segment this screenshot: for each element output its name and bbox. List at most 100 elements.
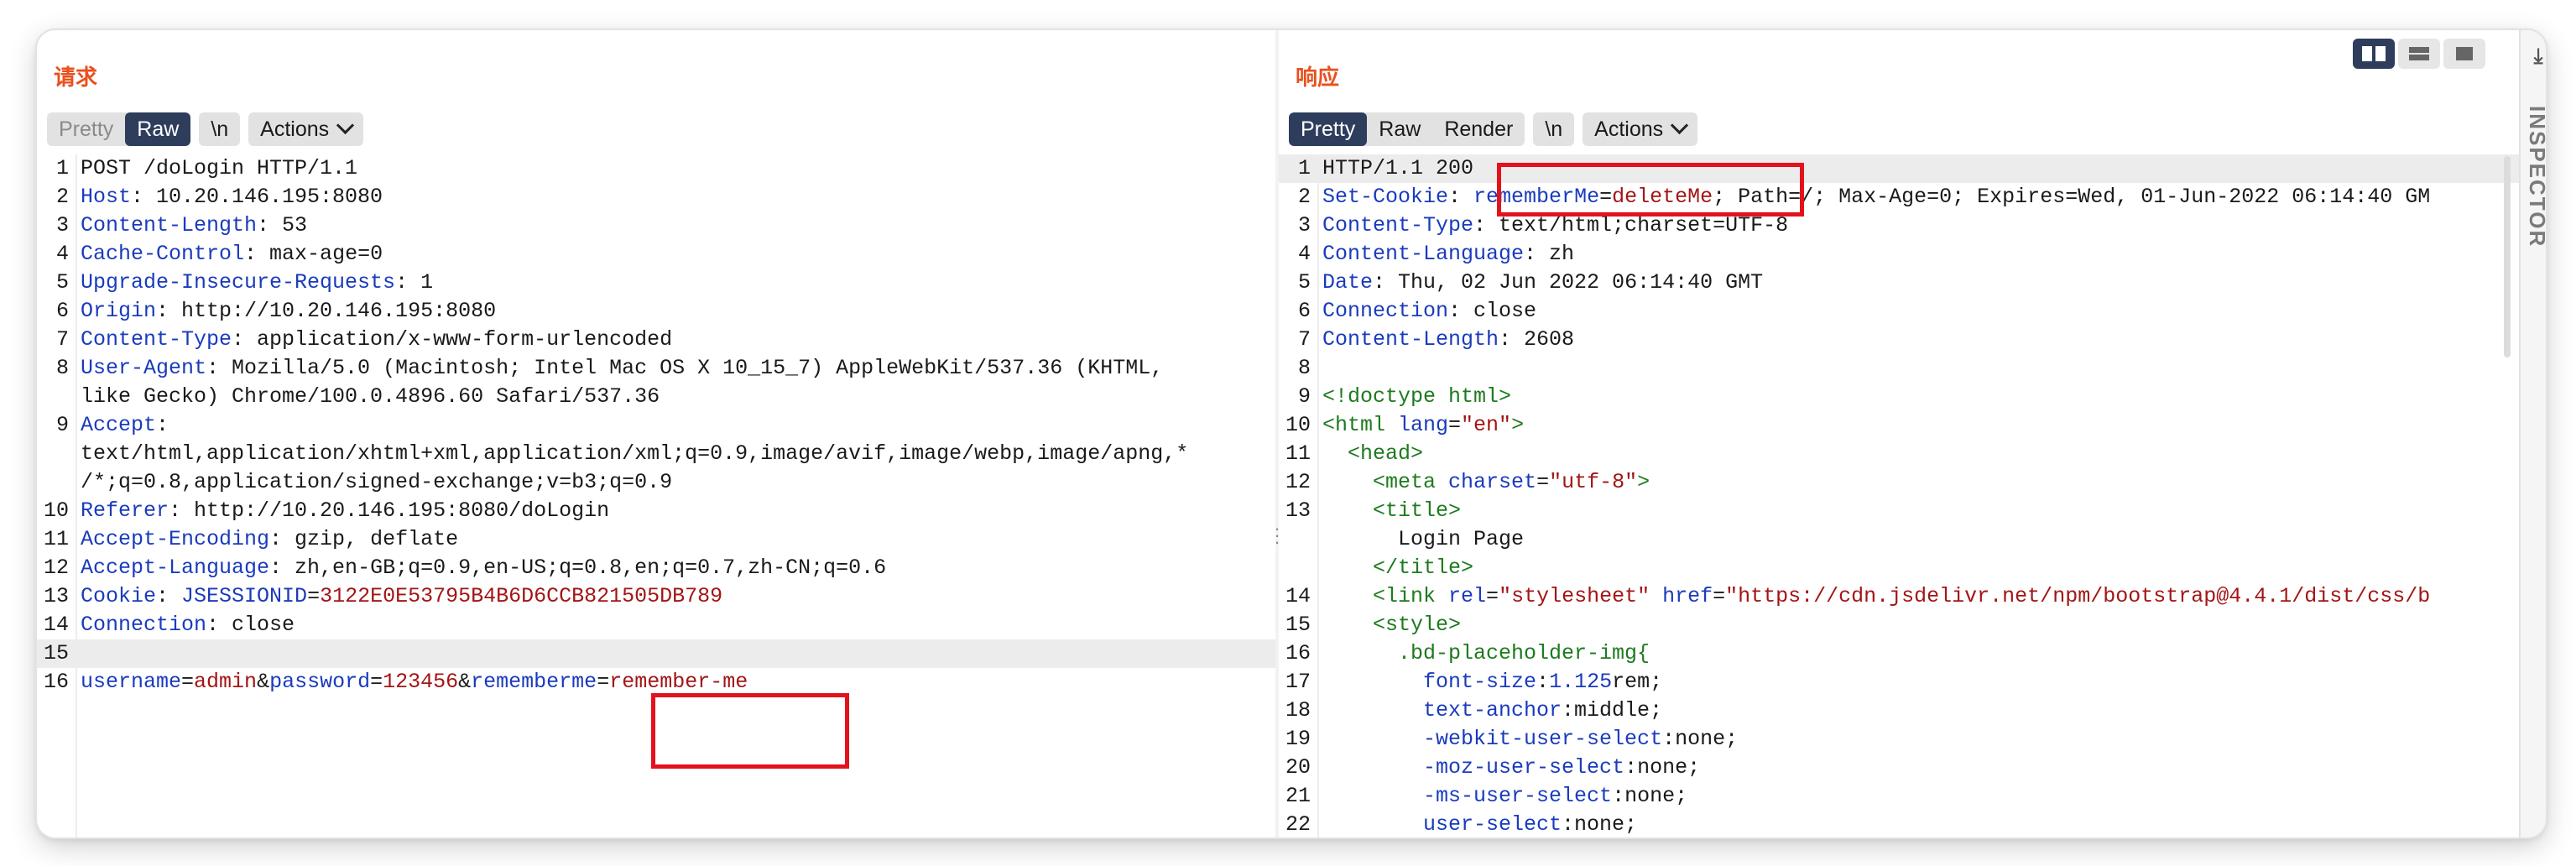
code-line[interactable]: 11 Accept-Encoding: gzip, deflate: [37, 525, 1275, 554]
line-text: Content-Length: 2608: [1322, 326, 1574, 354]
split-horizontal-layout-button[interactable]: [2353, 39, 2395, 69]
line-number: 16: [43, 670, 69, 694]
code-line[interactable]: 7 Content-Type: application/x-www-form-ur…: [37, 326, 1275, 354]
code-token: -webkit-user-select: [1322, 727, 1663, 751]
code-line[interactable]: 16 username=admin&password=123456&remembe…: [37, 668, 1275, 696]
response-tab-render[interactable]: Render: [1432, 112, 1525, 146]
code-line[interactable]: 19 -webkit-user-select:none;: [1279, 725, 2519, 754]
code-token: 1.125: [1549, 670, 1613, 694]
code-line[interactable]: like Gecko) Chrome/100.0.4896.60 Safari/…: [37, 383, 1275, 411]
single-pane-layout-button[interactable]: [2443, 39, 2485, 69]
code-line[interactable]: 21 -ms-user-select:none;: [1279, 782, 2519, 811]
line-text: -moz-user-select:none;: [1322, 754, 1700, 782]
code-line[interactable]: 14 Connection: close: [37, 611, 1275, 639]
code-line[interactable]: 1 HTTP/1.1 200: [1279, 154, 2519, 183]
code-token: :: [1448, 185, 1474, 209]
response-tab-raw[interactable]: Raw: [1367, 112, 1432, 146]
code-token: :: [1536, 670, 1550, 694]
code-line[interactable]: 8: [1279, 354, 2519, 383]
inspector-tab-label[interactable]: INSPECTOR: [2524, 106, 2546, 248]
response-scrollbar[interactable]: [2500, 156, 2514, 408]
code-token: Content-Length: [81, 213, 258, 237]
line-number: 6: [55, 299, 69, 323]
code-token: username: [81, 670, 182, 694]
code-line[interactable]: 3 Content-Length: 53: [37, 211, 1275, 240]
code-line[interactable]: 13 <title>: [1279, 497, 2519, 525]
request-tab-pretty[interactable]: Pretty: [47, 112, 125, 146]
code-line[interactable]: 7 Content-Length: 2608: [1279, 326, 2519, 354]
code-line[interactable]: 13 Cookie: JSESSIONID=3122E0E53795B4B6D6C…: [37, 582, 1275, 611]
code-line[interactable]: /*;q=0.8,application/signed-exchange;v=b…: [37, 468, 1275, 497]
code-line[interactable]: 14 <link rel="stylesheet" href="https://…: [1279, 582, 2519, 611]
line-text: Cookie: JSESSIONID=3122E0E53795B4B6D6CCB…: [81, 582, 722, 611]
code-token: =: [1713, 584, 1726, 608]
code-line[interactable]: 15 <style>: [1279, 611, 2519, 639]
code-line[interactable]: 6 Connection: close: [1279, 297, 2519, 326]
line-number: 4: [1297, 242, 1311, 266]
line-text: /*;q=0.8,application/signed-exchange;v=b…: [81, 468, 672, 497]
code-line[interactable]: 2 Host: 10.20.146.195:8080: [37, 183, 1275, 211]
code-token: :none;: [1662, 727, 1739, 751]
line-number: 14: [1285, 584, 1311, 608]
code-line[interactable]: 12 <meta charset="utf-8">: [1279, 468, 2519, 497]
request-tab-raw[interactable]: Raw: [125, 112, 191, 146]
code-line[interactable]: Login Page: [1279, 525, 2519, 554]
line-number: 6: [1297, 299, 1311, 323]
code-line[interactable]: 1 POST /doLogin HTTP/1.1: [37, 154, 1275, 183]
response-pane: 响应 Pretty Raw Render \n Actions 1 HTTP/1.…: [1279, 30, 2519, 837]
code-token: : close: [1448, 299, 1537, 323]
code-line[interactable]: 5 Upgrade-Insecure-Requests: 1: [37, 269, 1275, 297]
request-toolbar: Pretty Raw \n Actions: [47, 111, 372, 148]
code-token: Date: [1322, 270, 1374, 295]
response-scrollbar-thumb[interactable]: [2504, 156, 2511, 357]
code-line[interactable]: 5 Date: Thu, 02 Jun 2022 06:14:40 GMT: [1279, 269, 2519, 297]
response-tab-pretty[interactable]: Pretty: [1289, 112, 1368, 146]
code-line[interactable]: 22 user-select:none;: [1279, 811, 2519, 837]
request-editor[interactable]: 1 POST /doLogin HTTP/1.1 2 Host: 10.20.146.…: [37, 154, 1275, 837]
code-line[interactable]: 9 <!doctype html>: [1279, 383, 2519, 411]
code-token: POST /doLogin HTTP/1.1: [81, 156, 358, 180]
code-line[interactable]: 15: [37, 639, 1275, 668]
code-line[interactable]: 6 Origin: http://10.20.146.195:8080: [37, 297, 1275, 326]
sidebar-collapse-icon[interactable]: ⇥: [2526, 47, 2546, 65]
code-line[interactable]: </title>: [1279, 554, 2519, 582]
code-line[interactable]: 4 Cache-Control: max-age=0: [37, 240, 1275, 269]
line-number: 22: [1285, 812, 1311, 837]
code-token: Content-Language: [1322, 242, 1525, 266]
code-line[interactable]: 9 Accept:: [37, 411, 1275, 440]
split-vertical-layout-button[interactable]: [2398, 39, 2440, 69]
code-line[interactable]: 3 Content-Type: text/html;charset=UTF-8: [1279, 211, 2519, 240]
request-title: 请求: [54, 65, 98, 91]
line-number: 2: [1297, 185, 1311, 209]
code-token: Content-Type: [1322, 213, 1474, 237]
code-line[interactable]: 20 -moz-user-select:none;: [1279, 754, 2519, 782]
inspector-sidebar[interactable]: ⇥ INSPECTOR: [2519, 30, 2546, 837]
chevron-down-icon: [336, 116, 355, 134]
request-newline-toggle[interactable]: \n: [199, 112, 241, 146]
line-text: Origin: http://10.20.146.195:8080: [81, 297, 496, 326]
code-token: =: [307, 584, 321, 608]
line-text: Connection: close: [81, 611, 295, 639]
code-line[interactable]: 11 <head>: [1279, 440, 2519, 468]
line-number: 11: [43, 527, 69, 551]
response-actions-button[interactable]: Actions: [1583, 112, 1698, 146]
code-line[interactable]: 18 text-anchor:middle;: [1279, 696, 2519, 725]
response-editor[interactable]: 1 HTTP/1.1 200 2 Set-Cookie: rememberMe=del…: [1279, 154, 2519, 837]
response-newline-toggle[interactable]: \n: [1533, 112, 1575, 146]
burp-repeater-window: 请求 Pretty Raw \n Actions 1 POST /doLogin …: [37, 30, 2546, 837]
code-line[interactable]: 16 .bd-placeholder-img{: [1279, 639, 2519, 668]
code-line[interactable]: 10 <html lang="en">: [1279, 411, 2519, 440]
line-text: font-size:1.125rem;: [1322, 668, 1662, 696]
code-line[interactable]: 17 font-size:1.125rem;: [1279, 668, 2519, 696]
code-line[interactable]: text/html,application/xhtml+xml,applicat…: [37, 440, 1275, 468]
request-view-tabs: Pretty Raw: [47, 112, 191, 146]
code-line[interactable]: 4 Content-Language: zh: [1279, 240, 2519, 269]
code-token: password: [269, 670, 371, 694]
code-line[interactable]: 10 Referer: http://10.20.146.195:8080/doL…: [37, 497, 1275, 525]
code-line[interactable]: 2 Set-Cookie: rememberMe=deleteMe; Path=/…: [1279, 183, 2519, 211]
request-actions-button[interactable]: Actions: [248, 112, 364, 146]
code-token: Connection: [1322, 299, 1449, 323]
code-line[interactable]: 8 User-Agent: Mozilla/5.0 (Macintosh; Int…: [37, 354, 1275, 383]
code-token: &: [458, 670, 472, 694]
code-line[interactable]: 12 Accept-Language: zh,en-GB;q=0.9,en-US;…: [37, 554, 1275, 582]
